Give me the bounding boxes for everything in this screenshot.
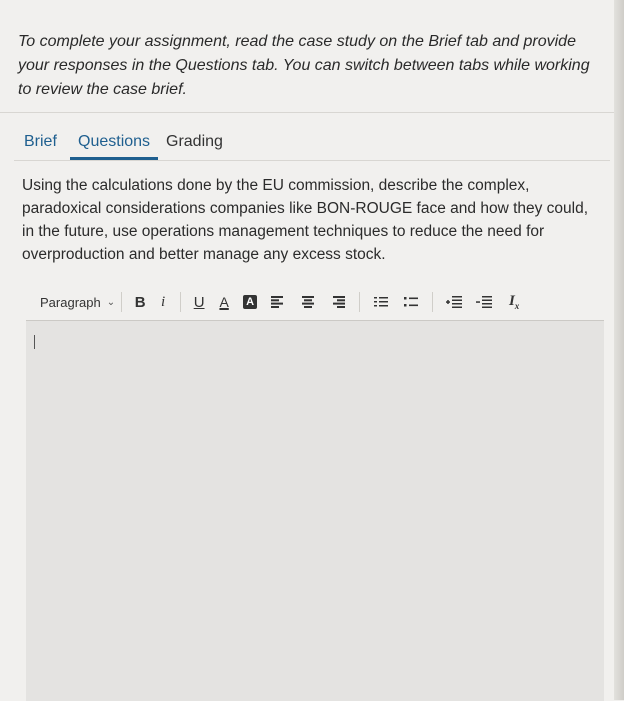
outdent-button[interactable] <box>469 290 499 314</box>
divider <box>0 112 614 113</box>
bold-button[interactable]: B <box>128 290 152 314</box>
text-caret <box>34 335 35 349</box>
indent-icon <box>446 296 463 308</box>
toolbar-separator <box>359 292 361 312</box>
italic-button[interactable]: i <box>152 290 174 314</box>
instructions-text: To complete your assignment, read the ca… <box>18 33 590 98</box>
editor-toolbar: Paragraph ⌄ B i U A A Ix <box>22 285 606 319</box>
chevron-down-icon: ⌄ <box>106 296 116 308</box>
toolbar-separator <box>121 292 123 312</box>
align-left-icon <box>271 296 284 308</box>
tab-questions[interactable]: Questions <box>74 133 154 151</box>
align-center-button[interactable] <box>293 290 323 314</box>
highlight-color-button[interactable]: A <box>237 290 263 314</box>
align-right-icon <box>333 296 346 308</box>
paragraph-format-select[interactable]: Paragraph ⌄ <box>22 290 115 314</box>
bullet-list-button[interactable] <box>396 290 426 314</box>
frame-edge <box>614 0 624 700</box>
clear-formatting-icon: Ix <box>509 293 519 311</box>
tab-brief[interactable]: Brief <box>24 133 57 151</box>
indent-button[interactable] <box>439 290 469 314</box>
numbered-list-icon <box>374 297 389 307</box>
align-left-button[interactable] <box>263 290 293 314</box>
highlight-icon: A <box>243 295 258 309</box>
tab-grading[interactable]: Grading <box>166 133 223 151</box>
outdent-icon <box>476 296 493 308</box>
answer-editor[interactable] <box>26 320 604 701</box>
toolbar-separator <box>180 292 182 312</box>
align-right-button[interactable] <box>323 290 353 314</box>
active-tab-indicator <box>70 157 158 160</box>
numbered-list-button[interactable] <box>366 290 396 314</box>
tab-bar: Brief Questions Grading <box>14 130 610 161</box>
question-text: Using the calculations done by the EU co… <box>22 177 589 263</box>
underline-button[interactable]: U <box>187 290 211 314</box>
align-center-icon <box>302 296 315 308</box>
bullet-list-icon <box>404 297 419 307</box>
text-color-button[interactable]: A <box>211 290 237 314</box>
clear-formatting-sub: x <box>514 301 520 311</box>
paragraph-format-label: Paragraph <box>40 294 101 310</box>
toolbar-separator <box>432 292 434 312</box>
clear-formatting-button[interactable]: Ix <box>499 290 529 314</box>
